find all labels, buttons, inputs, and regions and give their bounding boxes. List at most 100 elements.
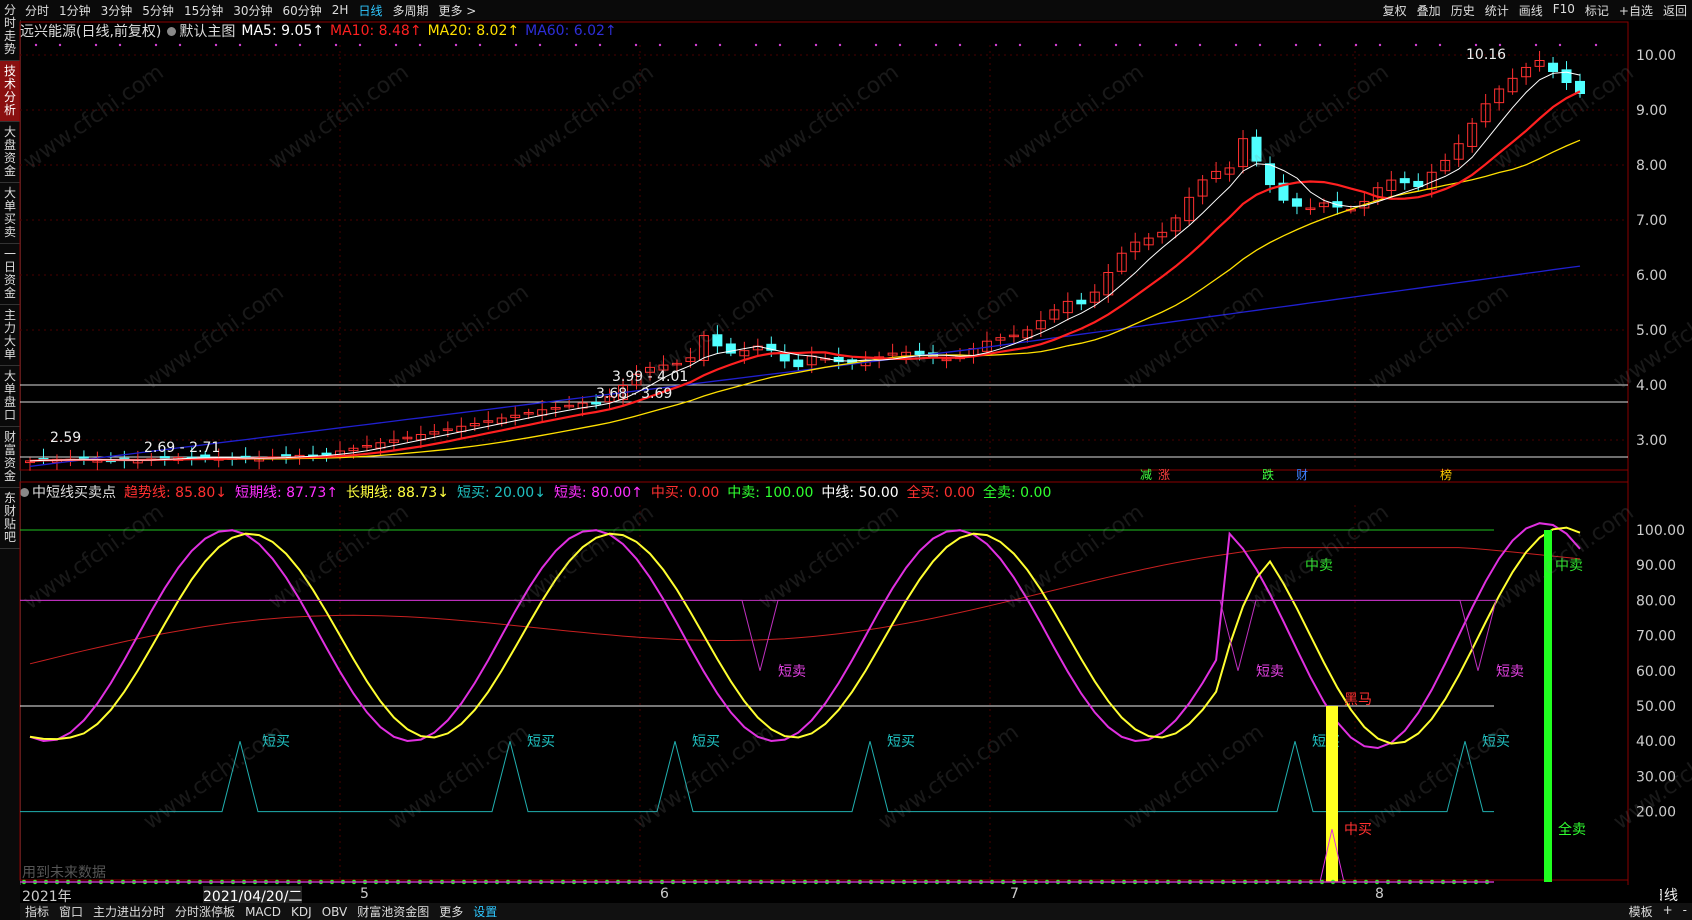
price-panel-frame <box>19 21 1629 471</box>
future-data-note: 用到未来数据 <box>22 865 106 881</box>
watermark-text: www.cfchi.com <box>1244 60 1393 175</box>
signal-dot <box>1438 43 1442 47</box>
watermark-text: www.cfchi.com <box>754 500 903 615</box>
signal-dot <box>1354 43 1358 47</box>
event-mark: 榜 <box>1440 467 1452 482</box>
bottom-tab[interactable]: 窗口 <box>59 903 83 920</box>
signal-dot <box>874 43 878 47</box>
signal-dot <box>934 43 938 47</box>
signal-dot <box>298 43 302 47</box>
short-sell-label: 短卖 <box>1256 664 1284 680</box>
watermark-text: www.cfchi.com <box>1119 720 1268 835</box>
signal-dot <box>34 43 38 47</box>
bottom-tab[interactable]: MACD <box>245 905 281 919</box>
bottom-tab[interactable]: 主力进出分时 <box>93 903 165 920</box>
signal-dot <box>1294 43 1298 47</box>
short-sell-line <box>20 599 1497 671</box>
signal-dot <box>1378 43 1382 47</box>
price-axis-label: 8.00 <box>1636 158 1667 174</box>
signal-dot <box>358 43 362 47</box>
bottom-tab[interactable]: 财富池资金图 <box>357 903 429 920</box>
signal-dot <box>1174 43 1178 47</box>
signal-dot <box>994 43 998 47</box>
watermark-text: www.cfchi.com <box>1364 280 1513 395</box>
indicator-axis-label: 60.00 <box>1636 664 1676 680</box>
bottom-tab[interactable]: 分时涨停板 <box>175 903 235 920</box>
signal-dot <box>838 43 842 47</box>
price-axis-label: 3.00 <box>1636 433 1667 449</box>
signal-dot <box>1594 43 1598 47</box>
watermark-text: www.cfchi.com <box>19 60 168 175</box>
signal-dot <box>574 43 578 47</box>
signal-dot <box>334 43 338 47</box>
event-mark: 涨 <box>1158 467 1170 482</box>
candle-body <box>1291 198 1302 207</box>
watermark-text: www.cfchi.com <box>1489 500 1638 615</box>
candle-body <box>1399 178 1410 184</box>
signal-dot <box>58 43 62 47</box>
bottom-tool-button[interactable]: 模板 <box>1629 903 1653 920</box>
signal-dot <box>718 43 722 47</box>
candle-body <box>591 402 602 405</box>
signal-dot <box>754 43 758 47</box>
short-sell-label: 短卖 <box>778 664 806 680</box>
heima-label: 黑马 <box>1344 692 1372 708</box>
short-buy-label: 短买 <box>887 734 915 750</box>
signal-dot <box>1498 43 1502 47</box>
price-axis-label: 9.00 <box>1636 103 1667 119</box>
candle-body <box>1548 62 1559 72</box>
bottom-tab[interactable]: 更多 <box>439 903 463 920</box>
bottom-toolbar: 指标 窗口 主力进出分时 分时涨停板 MACD KDJ OBV 财富池资金图 更多 设置 模板 + - <box>20 903 1692 920</box>
signal-dot <box>634 43 638 47</box>
signal-dot <box>1318 43 1322 47</box>
signal-dot <box>274 43 278 47</box>
watermark-text: www.cfchi.com <box>139 280 288 395</box>
signal-dot <box>694 43 698 47</box>
price-annotation: 3.68 - 3.69 <box>596 386 672 402</box>
price-axis-label: 10.00 <box>1636 48 1676 64</box>
watermark-text: www.cfchi.com <box>264 60 413 175</box>
bottom-tab[interactable]: OBV <box>322 905 348 919</box>
chart-canvas[interactable]: 10.009.008.007.006.005.004.003.0010.163.… <box>0 0 1692 920</box>
bottom-tab[interactable]: KDJ <box>291 905 312 919</box>
bottom-tool-button[interactable]: + <box>1663 903 1673 920</box>
signal-dot <box>598 43 602 47</box>
short-term-line <box>29 522 1581 750</box>
date-axis: 2021年 2021/04/20/二 5 6 7 8 <box>20 885 1660 906</box>
watermark-text: www.cfchi.com <box>384 280 533 395</box>
bottom-tab[interactable]: 设置 <box>473 903 497 920</box>
signal-dot <box>454 43 458 47</box>
signal-dot <box>1018 43 1022 47</box>
watermark-text: www.cfchi.com <box>384 720 533 835</box>
bottom-tool-button[interactable]: - <box>1683 903 1687 920</box>
candle-body <box>281 454 292 457</box>
short-buy-label: 短买 <box>692 734 720 750</box>
watermark-text: www.cfchi.com <box>1119 280 1268 395</box>
bottom-tab[interactable]: 指标 <box>25 903 49 920</box>
indicator-axis-label: 80.00 <box>1636 593 1676 609</box>
signal-dot <box>1258 43 1262 47</box>
signal-dot <box>178 43 182 47</box>
watermark-text: www.cfchi.com <box>509 60 658 175</box>
signal-dot <box>1474 43 1478 47</box>
price-high-label: 10.16 <box>1466 47 1506 63</box>
watermark-text: www.cfchi.com <box>754 60 903 175</box>
event-mark: 减 <box>1140 468 1152 482</box>
price-annotation: 2.69 - 2.71 <box>144 440 220 456</box>
signal-dot <box>958 43 962 47</box>
short-sell-label: 短卖 <box>1496 664 1524 680</box>
signal-dot <box>1198 43 1202 47</box>
watermark-text: www.cfchi.com <box>139 720 288 835</box>
candle-body <box>793 359 804 368</box>
signal-dot <box>1558 43 1562 47</box>
indicator-axis-label: 100.00 <box>1636 523 1685 539</box>
watermark-text: www.cfchi.com <box>1244 500 1393 615</box>
watermark-text: www.cfchi.com <box>1364 720 1513 835</box>
signal-dot <box>394 43 398 47</box>
indicator-axis-label: 50.00 <box>1636 699 1676 715</box>
date-axis-label: 7 <box>1010 886 1019 902</box>
price-axis-label: 6.00 <box>1636 268 1667 284</box>
watermark-text: www.cfchi.com <box>629 280 778 395</box>
signal-dot <box>1534 43 1538 47</box>
signal-dot <box>658 43 662 47</box>
